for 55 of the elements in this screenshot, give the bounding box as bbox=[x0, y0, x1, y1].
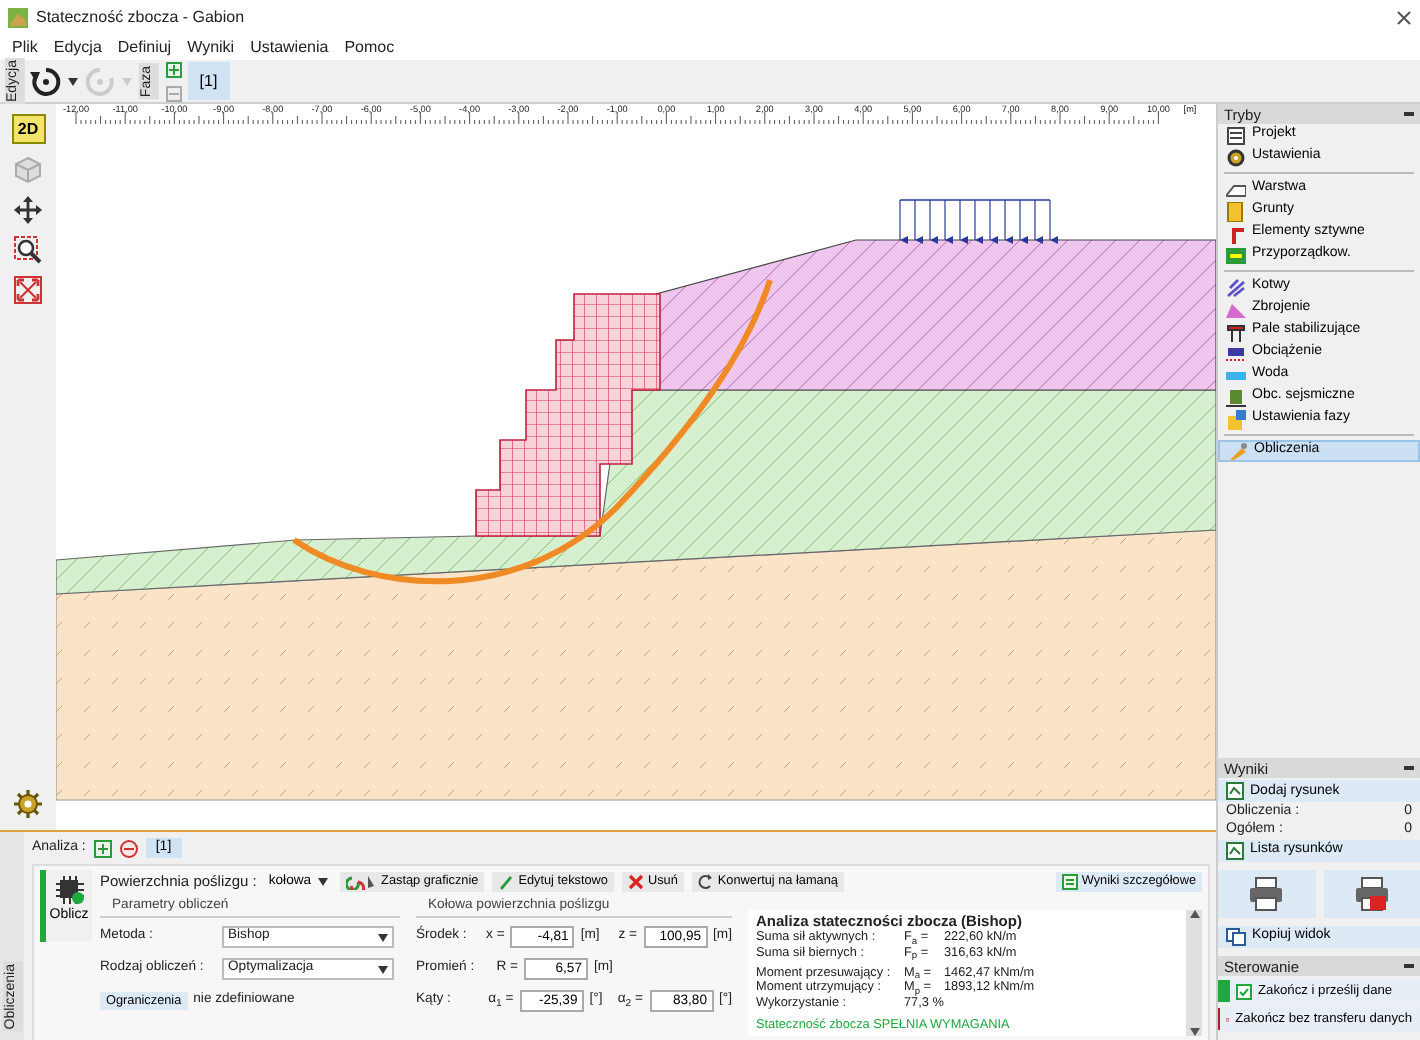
settings-icon[interactable] bbox=[14, 790, 42, 818]
reinforcement-icon bbox=[1226, 299, 1246, 319]
window-title: Stateczność zbocza - Gabion bbox=[36, 7, 247, 27]
soil-icon bbox=[1226, 201, 1246, 221]
view-mode-button[interactable]: 2D bbox=[11, 114, 45, 144]
print-preview-button[interactable] bbox=[1323, 870, 1420, 918]
table-icon bbox=[1061, 873, 1078, 890]
add-icon[interactable] bbox=[93, 839, 112, 858]
printer-icon bbox=[1353, 876, 1390, 912]
print-button[interactable] bbox=[1218, 870, 1315, 918]
assign-icon bbox=[1226, 245, 1246, 265]
pile-icon bbox=[1226, 321, 1246, 341]
tool-icon bbox=[1228, 441, 1248, 461]
picture-icon bbox=[1226, 782, 1244, 801]
layer-icon bbox=[1226, 179, 1246, 199]
picture-icon bbox=[1226, 842, 1244, 860]
caret-icon bbox=[122, 77, 133, 85]
caret-icon[interactable] bbox=[68, 77, 79, 85]
menu-item[interactable]: Pomoc bbox=[344, 37, 395, 57]
gear-icon bbox=[1226, 147, 1246, 167]
menu-item[interactable]: Wyniki bbox=[187, 37, 235, 57]
copy-icon bbox=[1226, 928, 1246, 946]
collapse-icon[interactable] bbox=[1404, 766, 1414, 771]
caret-icon bbox=[1189, 910, 1199, 919]
replace-icon bbox=[345, 873, 378, 890]
scrollbar[interactable] bbox=[1186, 910, 1202, 1036]
chip-icon bbox=[55, 876, 83, 905]
add-icon[interactable] bbox=[165, 61, 182, 77]
menu-item[interactable]: Definiuj bbox=[117, 37, 172, 57]
app-logo-icon bbox=[8, 7, 28, 27]
zoom-icon[interactable] bbox=[14, 236, 42, 264]
printer-icon bbox=[1248, 876, 1285, 912]
stage-tab[interactable]: [1] bbox=[187, 61, 230, 101]
menu-item[interactable]: Edycja bbox=[53, 37, 102, 57]
close-icon bbox=[627, 873, 644, 890]
seismic-icon bbox=[1226, 387, 1246, 407]
close-icon[interactable] bbox=[1396, 9, 1412, 25]
wall-icon bbox=[1226, 223, 1246, 243]
caret-icon bbox=[1189, 1027, 1199, 1036]
undo-icon[interactable] bbox=[30, 65, 63, 97]
stage-icon bbox=[1226, 409, 1246, 429]
pencil-icon bbox=[498, 873, 515, 890]
caret-icon bbox=[317, 877, 328, 886]
remove-icon[interactable] bbox=[119, 839, 138, 858]
menu-item[interactable]: Plik bbox=[12, 37, 38, 57]
list-icon bbox=[1226, 125, 1246, 145]
check-box-icon bbox=[1236, 983, 1252, 999]
fit-view-icon[interactable] bbox=[14, 276, 42, 304]
load-icon bbox=[1226, 343, 1246, 363]
anchor-icon bbox=[1226, 277, 1246, 297]
menu-item[interactable]: Ustawienia bbox=[250, 37, 329, 57]
caret-icon bbox=[378, 965, 388, 974]
convert-icon bbox=[697, 873, 714, 890]
move-icon[interactable] bbox=[14, 196, 42, 224]
caret-icon bbox=[378, 933, 388, 942]
